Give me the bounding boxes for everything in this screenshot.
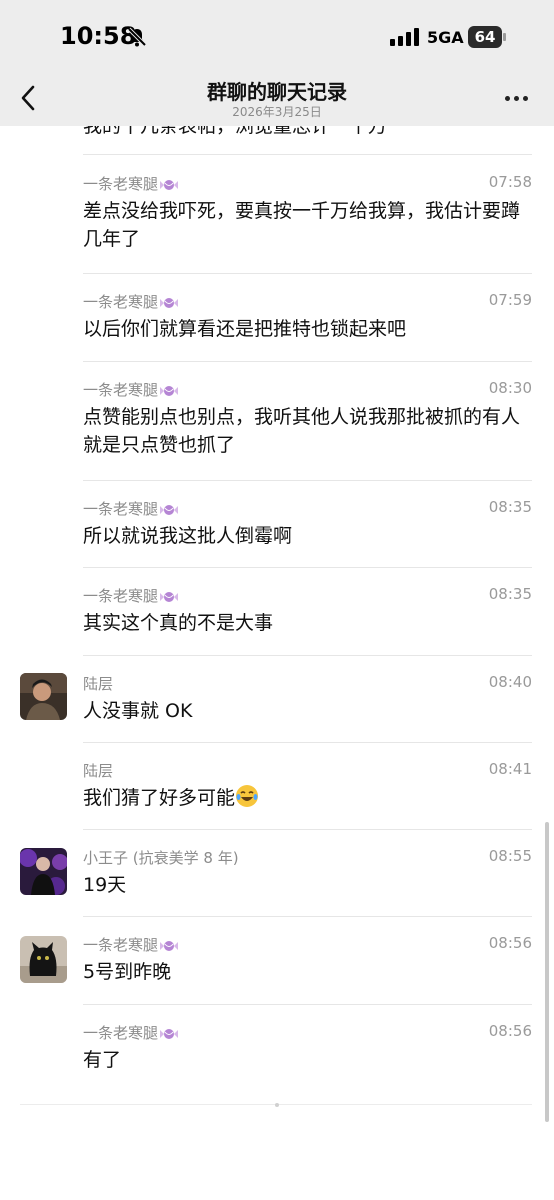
message-sender: 陆层 (83, 762, 114, 780)
message-time: 08:56 (488, 1022, 532, 1040)
message-time: 08:41 (488, 760, 532, 778)
avatar[interactable] (20, 936, 67, 983)
message-text: 人没事就 OK (83, 700, 193, 722)
battery-tip (503, 33, 506, 41)
candy-icon (160, 504, 179, 515)
message-text: 点赞能别点也别点，我听其他人说我那批被抓的有人就是只点赞也抓了 (83, 406, 521, 456)
message-text: 以后你们就算看还是把推特也锁起来吧 (83, 318, 407, 340)
laughing-tears-emoji (236, 785, 259, 807)
page-title: 群聊的聊天记录 (207, 80, 347, 104)
message-text: 所以就说我这批人倒霉啊 (83, 525, 293, 547)
candy-icon (160, 297, 179, 308)
candy-icon (160, 591, 179, 602)
divider (83, 829, 532, 830)
message-text: 其实这个真的不是大事 (83, 612, 274, 634)
message-sender: 小王子 (抗衰美学 8 年) (83, 849, 239, 867)
message-time: 08:35 (488, 498, 532, 516)
divider (83, 273, 532, 274)
divider (83, 655, 532, 656)
status-bar: 10:58 5GA 64 (0, 0, 554, 72)
message-time: 08:55 (488, 847, 532, 865)
message-time: 08:30 (488, 379, 532, 397)
avatar[interactable] (20, 673, 67, 720)
message-sender: 一条老寒腿 (83, 291, 179, 312)
list-end-dot (275, 1103, 279, 1107)
chat-record-list[interactable]: 我的十几条表帖，浏览量总计一千万 一条老寒腿 07:58 差点没给我吓死，要真按… (0, 126, 554, 1200)
message-sender: 一条老寒腿 (83, 173, 179, 194)
candy-icon (160, 179, 179, 190)
message-text: 有了 (83, 1049, 122, 1071)
avatar-man-photo (20, 673, 67, 720)
candy-icon (160, 940, 179, 951)
divider (83, 154, 532, 155)
signal-icon (390, 28, 419, 46)
message-time: 08:40 (488, 673, 532, 691)
more-dots-icon[interactable] (505, 96, 529, 102)
message-text: 差点没给我吓死，要真按一千万给我算，我估计要蹲几年了 (83, 200, 521, 250)
partial-message-text: 我的十几条表帖，浏览量总计一千万 (83, 126, 388, 137)
divider (83, 742, 532, 743)
avatar-black-cat (20, 936, 67, 983)
nav-header: 群聊的聊天记录 2026年3月25日 (0, 72, 554, 126)
battery-icon: 64 (468, 26, 502, 48)
page-date: 2026年3月25日 (232, 105, 322, 119)
message-text: 19天 (83, 874, 127, 896)
avatar-purple-photo (20, 848, 67, 895)
status-time: 10:58 (60, 22, 137, 50)
divider (83, 480, 532, 481)
message-text: 5号到昨晚 (83, 961, 172, 983)
bell-muted-icon (127, 27, 147, 47)
message-time: 07:58 (488, 173, 532, 191)
avatar[interactable] (20, 848, 67, 895)
candy-icon (160, 1028, 179, 1039)
message-sender: 一条老寒腿 (83, 934, 179, 955)
candy-icon (160, 385, 179, 396)
scrollbar[interactable] (545, 822, 549, 1122)
message-time: 08:56 (488, 934, 532, 952)
divider (83, 1004, 532, 1005)
network-type: 5GA (427, 28, 464, 47)
message-sender: 一条老寒腿 (83, 379, 179, 400)
divider (83, 916, 532, 917)
message-sender: 一条老寒腿 (83, 585, 179, 606)
message-sender: 一条老寒腿 (83, 498, 179, 519)
divider (83, 361, 532, 362)
divider (83, 567, 532, 568)
message-text: 我们猜了好多可能 (83, 784, 535, 812)
message-time: 07:59 (488, 291, 532, 309)
message-time: 08:35 (488, 585, 532, 603)
message-sender: 陆层 (83, 675, 114, 693)
message-sender: 一条老寒腿 (83, 1022, 179, 1043)
